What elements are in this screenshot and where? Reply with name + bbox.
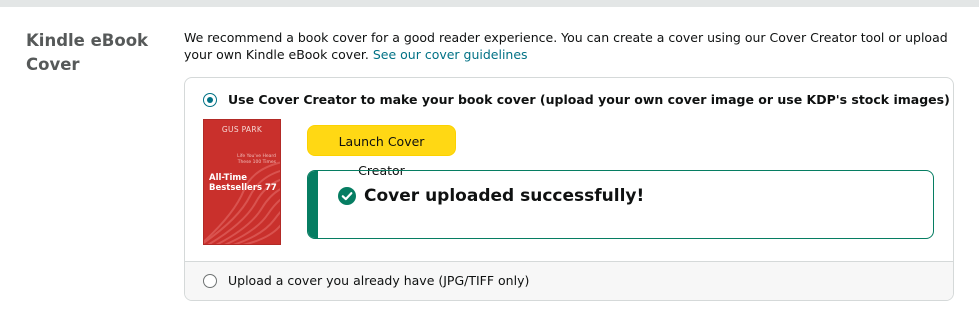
section-title: Kindle eBook Cover <box>26 31 149 74</box>
upload-cover-radio[interactable] <box>203 274 217 288</box>
cover-creator-option: Use Cover Creator to make your book cove… <box>185 78 953 261</box>
cover-author: GUS PARK <box>221 125 263 134</box>
launch-cover-creator-button[interactable]: Launch Cover Creator <box>307 125 456 178</box>
cover-options-panel: Use Cover Creator to make your book cove… <box>184 77 954 301</box>
alert-stripe <box>308 171 318 238</box>
cover-creator-radio[interactable] <box>203 93 217 107</box>
cover-creator-label[interactable]: Use Cover Creator to make your book cove… <box>228 91 950 109</box>
upload-cover-label[interactable]: Upload a cover you already have (JPG/TIF… <box>228 272 529 290</box>
cover-guidelines-link[interactable]: See our cover guidelines <box>373 47 528 62</box>
success-message: Cover uploaded successfully! <box>364 186 645 206</box>
section-description: We recommend a book cover for a good rea… <box>184 29 964 63</box>
top-divider-bar <box>0 0 979 7</box>
cover-subtitle: Life You've Heard These 100 Times <box>237 154 276 165</box>
check-circle-icon <box>338 187 356 205</box>
upload-cover-option[interactable]: Upload a cover you already have (JPG/TIF… <box>185 261 953 300</box>
book-cover-preview: GUS PARK Life You've Heard These 100 Tim… <box>203 119 281 245</box>
description-text: We recommend a book cover for a good rea… <box>184 30 948 62</box>
cover-title: All-Time Bestsellers 77 <box>209 173 277 193</box>
upload-success-alert: Cover uploaded successfully! <box>307 170 934 239</box>
